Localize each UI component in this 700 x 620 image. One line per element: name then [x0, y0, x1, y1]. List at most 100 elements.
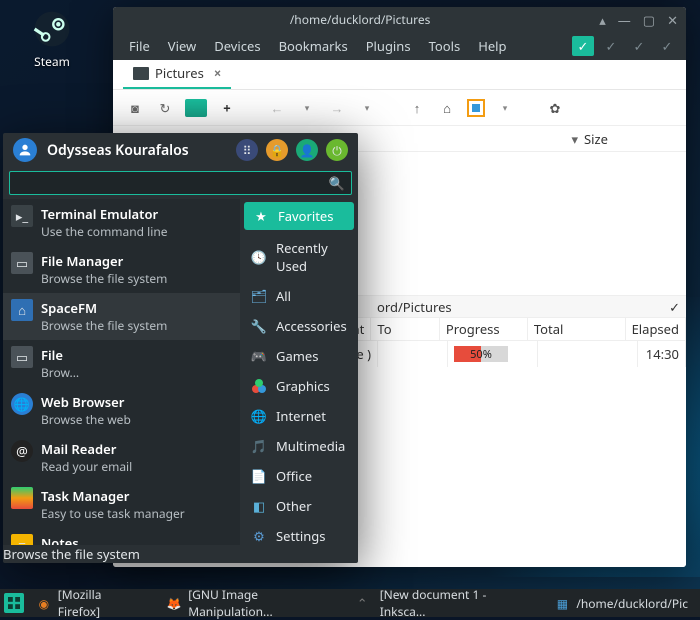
start-button[interactable] — [4, 593, 24, 613]
fav-web-browser[interactable]: 🌐Web BrowserBrowse the web — [3, 387, 240, 434]
taskbar: ◉[Mozilla Firefox] 🦊[GNU Image Manipulat… — [0, 589, 700, 617]
col-to[interactable]: To — [371, 318, 440, 340]
check-icon: ✓ — [669, 298, 680, 316]
task-spacefm[interactable]: ▦/home/ducklord/Pic — [546, 592, 696, 614]
logout-icon[interactable]: 👤 — [296, 139, 318, 161]
cat-favorites[interactable]: ★Favorites — [244, 202, 354, 230]
desktop-icon-steam[interactable]: Steam — [20, 10, 84, 70]
cat-accessories[interactable]: 🔧Accessories — [240, 311, 358, 341]
window-shade-icon[interactable]: ▴ — [599, 11, 606, 29]
cat-graphics[interactable]: Graphics — [240, 371, 358, 401]
fav-task-manager[interactable]: Task ManagerEasy to use task manager — [3, 481, 240, 528]
search-input[interactable]: 🔍 — [9, 171, 352, 195]
window-minimize-icon[interactable]: — — [618, 11, 631, 29]
tasks-path: ord/Pictures — [377, 298, 452, 316]
home-button[interactable]: ⌂ — [437, 98, 457, 118]
settings-icon[interactable]: ⠿ — [236, 139, 258, 161]
user-name: Odysseas Kourafalos — [47, 141, 189, 160]
tab-pictures[interactable]: Pictures × — [123, 59, 231, 89]
forward-button[interactable]: → — [327, 98, 347, 118]
panel-toggle-2[interactable]: ✓ — [600, 36, 622, 56]
all-icon: 🗂 — [250, 287, 268, 305]
panel-toggle-4[interactable]: ✓ — [656, 36, 678, 56]
panel-toggle-3[interactable]: ✓ — [628, 36, 650, 56]
window-maximize-icon[interactable]: ▢ — [643, 11, 655, 29]
column-menu-dropdown[interactable]: ▾ — [571, 130, 584, 148]
accessories-icon: 🔧 — [250, 317, 268, 335]
file-manager-icon: ▭ — [11, 252, 33, 274]
menu-help[interactable]: Help — [470, 33, 514, 59]
office-icon: 📄 — [250, 467, 268, 485]
menu-file[interactable]: File — [121, 33, 158, 59]
fav-notes[interactable]: ≡NotesIdeal for your quick notes — [3, 528, 240, 545]
fav-spacefm[interactable]: ⌂SpaceFMBrowse the file system — [3, 293, 240, 340]
spacefm-icon: ⌂ — [11, 299, 33, 321]
back-button[interactable]: ← — [267, 98, 287, 118]
search-icon: 🔍 — [329, 174, 345, 192]
col-total[interactable]: Total — [528, 318, 626, 340]
desktop-icon-label: Steam — [34, 53, 70, 70]
col-elapsed[interactable]: Elapsed — [626, 318, 686, 340]
fav-terminal[interactable]: ▸_Terminal EmulatorUse the command line — [3, 199, 240, 246]
cat-office[interactable]: 📄Office — [240, 461, 358, 491]
folder-icon — [133, 67, 149, 80]
graphics-icon — [250, 377, 268, 395]
task-inkscape[interactable]: [New document 1 - Inksca... — [372, 592, 543, 614]
task-elapsed: 14:30 — [638, 341, 686, 367]
cat-settings[interactable]: ⚙Settings — [240, 521, 358, 545]
select-tool-button[interactable] — [467, 99, 485, 117]
new-tab-button[interactable]: + — [217, 98, 237, 118]
cat-all[interactable]: 🗂All — [240, 281, 358, 311]
up-button[interactable]: ↑ — [407, 98, 427, 118]
task-to — [378, 341, 448, 367]
fav-files[interactable]: ▭FileBrow... — [3, 340, 240, 387]
new-folder-button[interactable] — [185, 99, 207, 117]
cat-other[interactable]: ◧Other — [240, 491, 358, 521]
firefox-icon: ◉ — [36, 595, 52, 611]
task-firefox[interactable]: ◉[Mozilla Firefox] — [28, 592, 154, 614]
menu-devices[interactable]: Devices — [206, 33, 268, 59]
menu-tools[interactable]: Tools — [421, 33, 469, 59]
fav-mail[interactable]: @Mail ReaderRead your email — [3, 434, 240, 481]
col-progress[interactable]: Progress — [440, 318, 528, 340]
cat-multimedia[interactable]: 🎵Multimedia — [240, 431, 358, 461]
refresh-icon[interactable]: ↻ — [155, 98, 175, 118]
settings-cat-icon: ⚙ — [250, 527, 268, 545]
fm-tabbar: Pictures × — [113, 60, 686, 90]
steam-icon — [33, 10, 71, 48]
mail-icon: @ — [11, 440, 33, 462]
window-close-icon[interactable]: ✕ — [667, 11, 678, 29]
fav-file-manager[interactable]: ▭File ManagerBrowse the file system — [3, 246, 240, 293]
user-avatar-icon[interactable] — [13, 138, 37, 162]
menu-header: Odysseas Kourafalos ⠿ 🔒 👤 ⏻ — [3, 133, 358, 167]
column-size[interactable]: Size — [584, 130, 674, 148]
cat-recent[interactable]: 🕓Recently Used — [240, 233, 358, 281]
menu-search: 🔍 — [3, 167, 358, 199]
disk-icon[interactable]: ◙ — [125, 98, 145, 118]
application-menu: Odysseas Kourafalos ⠿ 🔒 👤 ⏻ 🔍 ▸_Terminal… — [3, 133, 358, 563]
settings-button[interactable]: ✿ — [545, 98, 565, 118]
menu-plugins[interactable]: Plugins — [358, 33, 419, 59]
progress-bar: 50% — [454, 346, 508, 362]
select-dropdown[interactable]: ▾ — [495, 98, 515, 118]
menu-view[interactable]: View — [160, 33, 204, 59]
task-manager-icon — [11, 487, 33, 509]
back-dropdown[interactable]: ▾ — [297, 98, 317, 118]
forward-dropdown[interactable]: ▾ — [357, 98, 377, 118]
terminal-icon: ▸_ — [11, 205, 33, 227]
other-icon: ◧ — [250, 497, 268, 515]
internet-icon: 🌐 — [250, 407, 268, 425]
lock-icon[interactable]: 🔒 — [266, 139, 288, 161]
gimp-icon: 🦊 — [166, 595, 182, 611]
menu-favorites-list: ▸_Terminal EmulatorUse the command line … — [3, 199, 240, 545]
cat-internet[interactable]: 🌐Internet — [240, 401, 358, 431]
tab-close-icon[interactable]: × — [214, 64, 221, 82]
task-gimp[interactable]: 🦊[GNU Image Manipulation... — [158, 592, 353, 614]
power-icon[interactable]: ⏻ — [326, 139, 348, 161]
search-field[interactable] — [16, 174, 329, 192]
menu-bookmarks[interactable]: Bookmarks — [271, 33, 356, 59]
fm-titlebar[interactable]: /home/ducklord/Pictures ▴ — ▢ ✕ — [113, 7, 686, 32]
panel-toggle-1[interactable]: ✓ — [572, 36, 594, 56]
cat-games[interactable]: 🎮Games — [240, 341, 358, 371]
window-title: /home/ducklord/Pictures — [121, 11, 599, 28]
